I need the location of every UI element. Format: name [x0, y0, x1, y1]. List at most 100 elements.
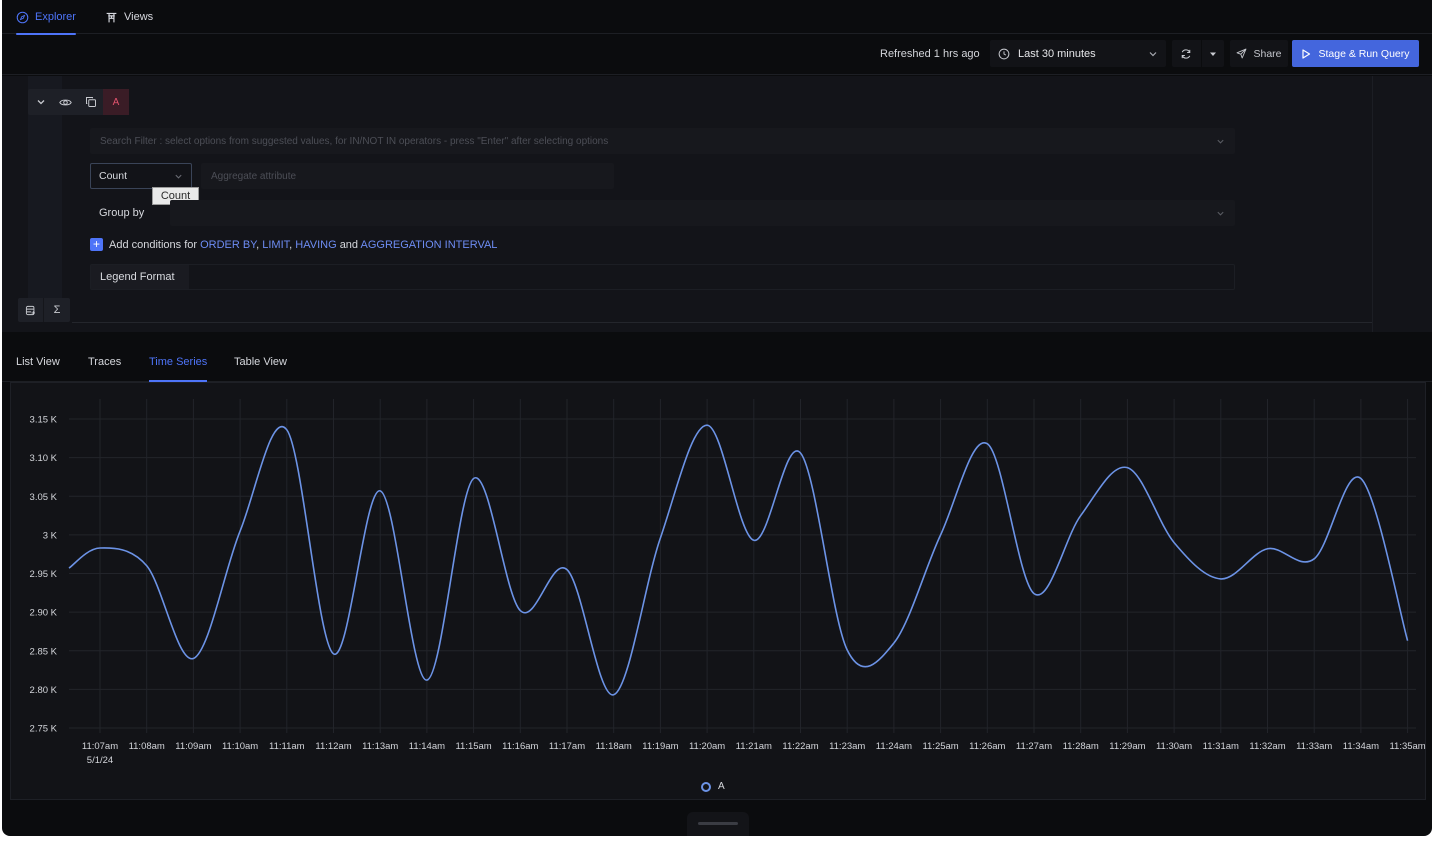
refresh-button[interactable]: [1172, 40, 1202, 67]
x-tick-label: 11:18am: [596, 741, 632, 752]
add-conditions-prefix: Add conditions for: [109, 238, 198, 251]
x-tick-label: 11:19am: [642, 741, 678, 752]
add-formula-button[interactable]: Σ: [44, 298, 70, 322]
x-tick-label: 11:24am: [876, 741, 912, 752]
search-filter-input[interactable]: Search Filter : select options from sugg…: [90, 128, 1235, 154]
refresh-control: [1172, 40, 1224, 67]
x-axis-ticks: 11:07am 11:08am 11:09am 11:10am 11:11am 11:12…: [82, 741, 1426, 766]
add-query-button[interactable]: [18, 298, 44, 322]
add-query-actions: Σ: [18, 298, 70, 322]
and-text: and: [339, 238, 359, 251]
x-tick-label: 11:20am: [689, 741, 725, 752]
x-tick-label: 11:30am: [1156, 741, 1192, 752]
x-tick-label: 11:34am: [1343, 741, 1379, 752]
x-tick-label: 11:28am: [1063, 741, 1099, 752]
tab-explorer-label: Explorer: [35, 11, 76, 23]
search-filter-placeholder: Search Filter : select options from sugg…: [100, 135, 609, 147]
refresh-interval-dropdown[interactable]: [1202, 40, 1224, 67]
y-tick-label: 2.95 K: [30, 569, 58, 580]
caret-down-icon: [1209, 52, 1216, 56]
time-series-panel: 3.15 K 3.10 K 3.05 K 3 K 2.95 K 2.90 K 2.85 K 2…: [10, 382, 1426, 800]
time-range-select[interactable]: Last 30 minutes: [990, 40, 1166, 67]
chevron-down-icon: [175, 174, 182, 179]
chevron-down-icon: [1217, 139, 1224, 144]
x-tick-label: 11:07am: [82, 741, 118, 752]
query-actions: A: [28, 89, 129, 115]
resize-handle[interactable]: [687, 812, 749, 836]
plus-icon[interactable]: +: [90, 238, 103, 251]
x-tick-label: 11:21am: [736, 741, 772, 752]
toggle-visibility-button[interactable]: [53, 89, 78, 115]
aggregate-operator-select[interactable]: Count: [90, 163, 192, 189]
tab-views[interactable]: Views: [105, 0, 153, 34]
group-by-label: Group by: [99, 207, 145, 219]
x-tick-label: 11:22am: [782, 741, 818, 752]
tab-explorer[interactable]: Explorer: [16, 0, 76, 35]
collapse-button[interactable]: [28, 89, 53, 115]
chart-legend[interactable]: A: [701, 781, 725, 792]
stage-run-query-button[interactable]: Stage & Run Query: [1292, 40, 1419, 67]
y-tick-label: 3 K: [43, 530, 58, 541]
tab-traces[interactable]: Traces: [88, 356, 121, 368]
toolbar: Refreshed 1 hrs ago Last 30 minutes Shar…: [2, 34, 1432, 75]
send-icon: [1237, 48, 1247, 59]
y-tick-label: 2.85 K: [30, 646, 58, 657]
y-tick-label: 2.90 K: [30, 608, 58, 619]
limit-link[interactable]: LIMIT: [262, 239, 289, 251]
divider: [72, 322, 1372, 323]
app-window: Explorer Views Refreshed 1 hrs ago Last …: [2, 0, 1432, 836]
tab-list-view[interactable]: List View: [16, 356, 60, 368]
having-link[interactable]: HAVING: [295, 239, 336, 251]
legend-marker-a: [701, 781, 711, 792]
copy-icon: [85, 97, 96, 107]
legend-label-a: A: [718, 781, 725, 792]
share-button[interactable]: Share: [1230, 40, 1288, 67]
legend-format-input[interactable]: [189, 265, 1234, 289]
order-by-link[interactable]: ORDER BY: [200, 239, 256, 251]
aggregation-interval-link[interactable]: AGGREGATION INTERVAL: [361, 239, 498, 251]
chevron-down-icon: [37, 100, 44, 105]
series-line-a: [68, 424, 1409, 696]
x-tick-label: 11:27am: [1016, 741, 1052, 752]
x-date-label: 5/1/24: [87, 755, 113, 766]
x-tick-label: 11:14am: [409, 741, 445, 752]
query-list-panel: A: [1372, 76, 1432, 332]
database-plus-icon: [25, 305, 35, 315]
aggregate-attribute-input[interactable]: Aggregate attribute: [201, 163, 614, 189]
group-by-select[interactable]: [170, 200, 1235, 226]
top-nav: Explorer Views: [2, 0, 1432, 35]
y-tick-label: 3.10 K: [30, 453, 58, 464]
sigma-icon: Σ: [53, 304, 61, 316]
aggregate-operator-value: Count: [99, 170, 128, 182]
refresh-icon: [1182, 48, 1191, 59]
refreshed-status: Refreshed 1 hrs ago: [880, 48, 980, 60]
add-conditions: + Add conditions for ORDER BY, LIMIT, HA…: [90, 238, 497, 251]
torii-icon: [106, 12, 117, 22]
x-tick-label: 11:29am: [1109, 741, 1145, 752]
aggregate-attribute-placeholder: Aggregate attribute: [211, 170, 297, 182]
time-range-value: Last 30 minutes: [1018, 47, 1096, 60]
clock-icon: [998, 48, 1010, 59]
x-tick-label: 11:32am: [1249, 741, 1285, 752]
x-tick-label: 11:15am: [455, 741, 491, 752]
y-tick-label: 2.80 K: [30, 685, 58, 696]
share-label: Share: [1253, 47, 1282, 60]
y-axis-ticks: 3.15 K 3.10 K 3.05 K 3 K 2.95 K 2.90 K 2.85 K 2…: [30, 415, 58, 735]
time-series-chart: 3.15 K 3.10 K 3.05 K 3 K 2.95 K 2.90 K 2.85 K 2…: [30, 399, 1426, 766]
tab-table-view[interactable]: Table View: [234, 356, 287, 368]
view-tabs: List View Traces Time Series Table View: [2, 332, 1432, 382]
compass-icon: [16, 11, 29, 23]
tab-time-series[interactable]: Time Series: [149, 356, 208, 382]
x-tick-label: 11:13am: [362, 741, 398, 752]
x-tick-label: 11:26am: [969, 741, 1005, 752]
y-tick-label: 2.75 K: [30, 724, 58, 735]
y-tick-label: 3.05 K: [30, 492, 58, 503]
x-tick-label: 11:33am: [1296, 741, 1332, 752]
clone-query-button[interactable]: [78, 89, 103, 115]
query-name-badge[interactable]: A: [103, 89, 129, 115]
x-tick-label: 11:10am: [222, 741, 258, 752]
stage-run-query-label: Stage & Run Query: [1318, 47, 1410, 60]
x-tick-label: 11:09am: [175, 741, 211, 752]
chevron-down-icon: [1217, 211, 1224, 216]
query-builder: A A Search Filter : select options from …: [2, 76, 1432, 332]
